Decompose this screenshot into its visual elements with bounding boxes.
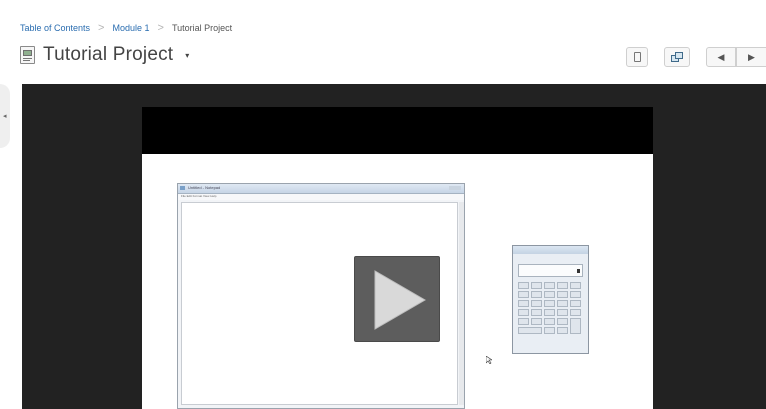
bookmark-button[interactable] [626,47,648,67]
breadcrumb: Table of Contents > Module 1 > Tutorial … [20,20,232,36]
previous-button[interactable]: ◀ [706,47,736,67]
document-icon [20,46,35,64]
page-title: Tutorial Project [43,44,174,65]
sidebar-toggle-tab[interactable]: ◂ [0,84,10,148]
breadcrumb-separator: > [98,22,105,34]
breadcrumb-module-1[interactable]: Module 1 [112,23,149,33]
play-icon [374,270,426,330]
breadcrumb-current: Tutorial Project [171,23,233,33]
copy-button[interactable] [664,47,690,67]
slide-header-band [142,107,653,154]
next-button[interactable]: ▶ [736,47,766,67]
triangle-right-icon: ▶ [748,51,755,62]
play-button[interactable] [354,256,440,342]
copy-icon [671,51,683,63]
caret-down-icon[interactable]: ▾ [185,51,189,60]
triangle-left-icon: ◀ [717,51,725,62]
cursor-icon [486,356,492,364]
bookmark-icon [633,52,641,62]
title-row: Tutorial Project ▾ [20,42,189,68]
calculator-icon [512,245,589,354]
breadcrumb-separator: > [157,22,164,34]
chevron-left-icon: ◂ [3,113,7,120]
breadcrumb-table-of-contents[interactable]: Table of Contents [20,23,90,33]
